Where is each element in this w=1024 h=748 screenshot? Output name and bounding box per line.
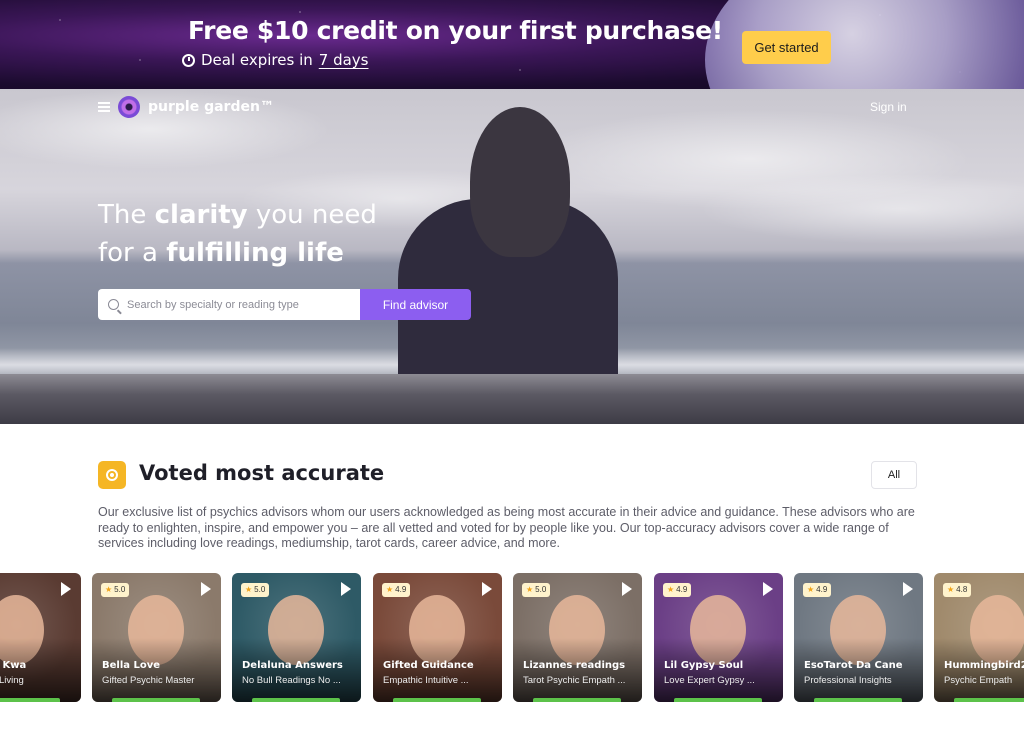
rating-badge: ★ 4.8 [943, 583, 972, 597]
play-icon[interactable] [201, 582, 211, 596]
hamburger-icon[interactable] [98, 102, 110, 112]
advisor-card[interactable]: ★ 5.0 Bella Love Gifted Psychic Master [92, 573, 221, 702]
star-icon: ★ [105, 585, 113, 594]
advisor-name: Gifted Guidance [383, 660, 474, 671]
online-indicator [112, 698, 200, 702]
online-indicator [674, 698, 762, 702]
hero-line1-post: you need [247, 200, 377, 230]
online-indicator [0, 698, 60, 702]
rating-value: 4.9 [816, 585, 828, 594]
advisor-specialty: Tarot Psychic Empath ... [523, 675, 626, 686]
play-icon[interactable] [763, 582, 773, 596]
advisor-specialty: Spiritual Living [0, 675, 24, 686]
advisor-name: Lizannes readings [523, 660, 626, 671]
sign-in-link[interactable]: Sign in [870, 100, 907, 114]
advisor-card[interactable]: ★ 5.0 Delaluna Answers No Bull Readings N… [232, 573, 361, 702]
search-box[interactable] [98, 289, 360, 320]
star-icon: ★ [947, 585, 955, 594]
search-input[interactable] [127, 298, 347, 311]
rating-value: 4.8 [956, 585, 968, 594]
play-icon[interactable] [903, 582, 913, 596]
play-icon[interactable] [482, 582, 492, 596]
star-icon: ★ [245, 585, 253, 594]
advisor-card[interactable]: Healer Kwa Spiritual Living [0, 573, 81, 702]
deal-expiry: Deal expires in 7 days [182, 51, 368, 69]
star-icon: ★ [807, 585, 815, 594]
rating-value: 4.9 [395, 585, 407, 594]
advisor-specialty: Professional Insights [804, 675, 892, 686]
rating-badge: ★ 4.9 [803, 583, 832, 597]
deal-expiry-days: 7 days [318, 51, 369, 69]
advisor-name: EsoTarot Da Cane [804, 660, 903, 671]
advisor-name: Delaluna Answers [242, 660, 343, 671]
rating-badge: ★ 4.9 [382, 583, 411, 597]
rating-badge: ★ 5.0 [241, 583, 270, 597]
advisor-specialty: Empathic Intuitive ... [383, 675, 469, 686]
advisor-specialty: Psychic Empath [944, 675, 1013, 686]
advisor-name: Healer Kwa [0, 660, 27, 671]
search-icon [108, 299, 119, 310]
hero-wall [0, 374, 1024, 424]
advisor-card[interactable]: ★ 4.9 Gifted Guidance Empathic Intuitive … [373, 573, 502, 702]
get-started-button[interactable]: Get started [742, 31, 831, 64]
target-icon [98, 461, 126, 489]
promo-headline: Free $10 credit on your first purchase! [188, 16, 723, 45]
online-indicator [814, 698, 902, 702]
play-icon[interactable] [341, 582, 351, 596]
find-advisor-button[interactable]: Find advisor [360, 289, 471, 320]
hero-line2-pre: for a [98, 238, 167, 268]
hero-title: The clarity you need for a fulfilling li… [98, 196, 377, 272]
hero-line2-bold: fulfilling life [166, 238, 344, 268]
promo-banner: Free $10 credit on your first purchase! … [0, 0, 1024, 89]
online-indicator [252, 698, 340, 702]
section-title: Voted most accurate [139, 461, 385, 485]
rating-badge: ★ 5.0 [101, 583, 130, 597]
advisor-name: Hummingbird2 [944, 660, 1024, 671]
deal-expiry-label: Deal expires in [201, 51, 313, 69]
advisor-specialty: Love Expert Gypsy ... [664, 675, 755, 686]
advisor-card[interactable]: ★ 5.0 Lizannes readings Tarot Psychic Emp… [513, 573, 642, 702]
star-icon: ★ [386, 585, 394, 594]
hero-line1-pre: The [98, 200, 155, 230]
advisor-card[interactable]: ★ 4.9 Lil Gypsy Soul Love Expert Gypsy ..… [654, 573, 783, 702]
rating-value: 5.0 [535, 585, 547, 594]
hero-person-hair [470, 107, 570, 257]
advisor-specialty: Gifted Psychic Master [102, 675, 195, 686]
advisor-specialty: No Bull Readings No ... [242, 675, 341, 686]
star-icon: ★ [526, 585, 534, 594]
online-indicator [954, 698, 1024, 702]
advisor-card[interactable]: ★ 4.8 Hummingbird2 Psychic Empath [934, 573, 1024, 702]
eye-logo-icon[interactable] [118, 96, 140, 118]
star-icon: ★ [667, 585, 675, 594]
rating-value: 5.0 [254, 585, 266, 594]
advisor-name: Bella Love [102, 660, 161, 671]
top-nav: purple garden™ [98, 96, 274, 118]
play-icon[interactable] [61, 582, 71, 596]
play-icon[interactable] [622, 582, 632, 596]
online-indicator [533, 698, 621, 702]
rating-badge: ★ 5.0 [522, 583, 551, 597]
section-description: Our exclusive list of psychics advisors … [98, 505, 915, 550]
advisor-carousel: Healer Kwa Spiritual Living ★5.0 Bella L… [0, 573, 1024, 708]
all-button[interactable]: All [871, 461, 917, 489]
rating-value: 5.0 [114, 585, 126, 594]
stopwatch-icon [182, 53, 195, 67]
advisor-name: Lil Gypsy Soul [664, 660, 744, 671]
hero-line1-bold: clarity [154, 200, 248, 230]
rating-value: 4.9 [676, 585, 688, 594]
online-indicator [393, 698, 481, 702]
logo-text[interactable]: purple garden™ [148, 99, 274, 115]
rating-badge: ★ 4.9 [663, 583, 692, 597]
advisor-card[interactable]: ★ 4.9 EsoTarot Da Cane Professional Insig… [794, 573, 923, 702]
